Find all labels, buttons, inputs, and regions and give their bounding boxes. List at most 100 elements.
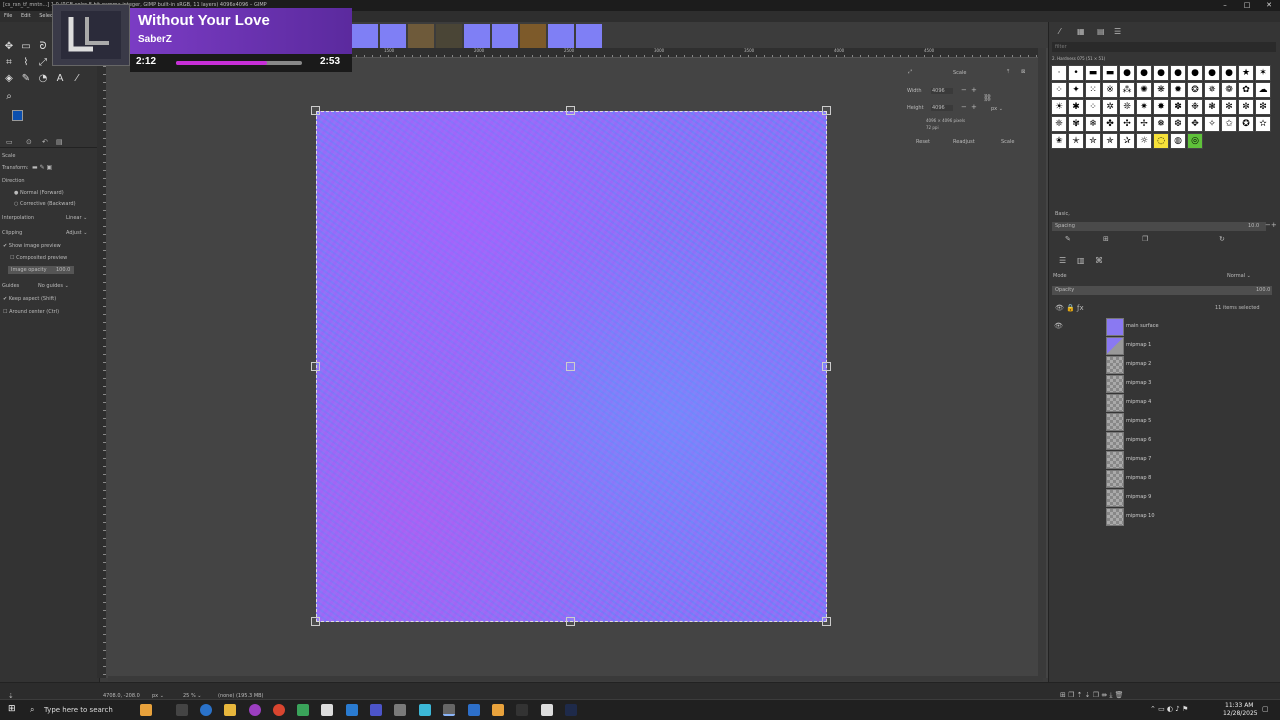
transform-mode-icons[interactable]: ▬ ✎ ▣ bbox=[32, 164, 52, 171]
layer-row[interactable]: mipmap 7 bbox=[1050, 451, 1278, 469]
notifications-icon[interactable]: ▢ bbox=[1262, 705, 1269, 713]
color-picker-tool-icon[interactable]: ⁄ bbox=[70, 72, 84, 86]
menu-file[interactable]: File bbox=[4, 13, 12, 19]
brush-preset-icon[interactable]: ◎ bbox=[1187, 133, 1203, 149]
brush-preset-icon[interactable]: ❄ bbox=[1085, 116, 1101, 132]
unit-select[interactable]: px ⌄ bbox=[991, 106, 1003, 112]
brush-preset-icon[interactable]: ● bbox=[1204, 65, 1220, 81]
brush-preset-icon[interactable]: · bbox=[1051, 65, 1067, 81]
brush-preset-icon[interactable]: ☼ bbox=[1136, 133, 1152, 149]
taskbar-search-input[interactable]: Type here to search bbox=[44, 706, 113, 714]
brush-preset-icon[interactable]: ● bbox=[1170, 65, 1186, 81]
chain-link-icon[interactable]: ⛓ bbox=[983, 94, 992, 102]
brush-preset-icon[interactable]: ❂ bbox=[1187, 82, 1203, 98]
brush-preset-icon[interactable]: ☁ bbox=[1255, 82, 1271, 98]
layer-row[interactable]: mipmap 4 bbox=[1050, 394, 1278, 412]
spacing-slider[interactable]: Spacing 10.0 bbox=[1052, 222, 1266, 231]
keep-aspect-checkbox[interactable]: ✔ Keep aspect (Shift) bbox=[3, 296, 56, 302]
transform-handle-right[interactable] bbox=[822, 362, 831, 371]
brush-preset-icon[interactable]: ✼ bbox=[1238, 99, 1254, 115]
reset-button[interactable]: Reset bbox=[916, 139, 930, 145]
brush-preset-icon[interactable]: ✷ bbox=[1136, 99, 1152, 115]
brush-preset-icon[interactable]: ❅ bbox=[1153, 116, 1169, 132]
brush-preset-icon[interactable]: ✤ bbox=[1102, 116, 1118, 132]
horizontal-scrollbar[interactable] bbox=[108, 676, 1043, 681]
brush-preset-icon[interactable]: ✯ bbox=[1102, 133, 1118, 149]
brush-preset-icon[interactable]: ✫ bbox=[1255, 116, 1271, 132]
layers-tab-icon[interactable]: ☰ bbox=[1059, 256, 1066, 265]
brush-preset-icon[interactable]: ✿ bbox=[1238, 82, 1254, 98]
image-tab-thumbnail[interactable] bbox=[380, 24, 406, 48]
layer-row[interactable]: mipmap 1 bbox=[1050, 337, 1278, 355]
brush-preset-icon[interactable]: ✻ bbox=[1221, 99, 1237, 115]
brush-preset-icon[interactable]: ❋ bbox=[1153, 82, 1169, 98]
weather-icon[interactable] bbox=[140, 704, 152, 716]
new-brush-icon[interactable]: ⊞ bbox=[1103, 235, 1109, 243]
move-tool-icon[interactable]: ✥ bbox=[2, 40, 16, 54]
tool-options-tab-icon[interactable]: ▭ bbox=[6, 138, 13, 146]
transform-handle-top-right[interactable] bbox=[822, 106, 831, 115]
image-tab-thumbnail[interactable] bbox=[464, 24, 490, 48]
transform-handle-center[interactable] bbox=[566, 362, 575, 371]
brush-preset-icon[interactable]: ✱ bbox=[1068, 99, 1084, 115]
smudge-tool-icon[interactable]: ◔ bbox=[36, 72, 50, 86]
brush-preset-icon[interactable]: ⁘ bbox=[1085, 99, 1101, 115]
layer-row[interactable]: mipmap 9 bbox=[1050, 489, 1278, 507]
reset-dialog-icon[interactable]: ⤒ bbox=[1007, 69, 1009, 75]
app-icon[interactable] bbox=[565, 704, 577, 716]
channels-tab-icon[interactable]: ▥ bbox=[1077, 256, 1085, 265]
paths-tab-icon[interactable]: ⌘ bbox=[1095, 256, 1103, 265]
transform-handle-bottom-left[interactable] bbox=[311, 617, 320, 626]
brush-preset-icon[interactable]: ✹ bbox=[1170, 82, 1186, 98]
brush-preset-icon[interactable]: ✩ bbox=[1221, 116, 1237, 132]
brush-preset-icon[interactable]: ☀ bbox=[1051, 99, 1067, 115]
edit-brush-icon[interactable]: ✎ bbox=[1065, 235, 1071, 243]
brush-preset-icon[interactable]: ⁘ bbox=[1051, 82, 1067, 98]
rect-select-tool-icon[interactable]: ▭ bbox=[19, 40, 33, 54]
document-history-tab-icon[interactable]: ☰ bbox=[1114, 27, 1121, 36]
layer-row[interactable]: mipmap 2 bbox=[1050, 356, 1278, 374]
unity-icon[interactable] bbox=[516, 704, 528, 716]
brush-preset-icon[interactable]: ✢ bbox=[1136, 116, 1152, 132]
brush-preset-icon[interactable]: ✲ bbox=[1102, 99, 1118, 115]
image-tab-thumbnail[interactable] bbox=[520, 24, 546, 48]
blender-icon[interactable] bbox=[492, 704, 504, 716]
layer-row[interactable]: mipmap 10 bbox=[1050, 508, 1278, 526]
brush-preset-icon[interactable]: ⁙ bbox=[1085, 82, 1101, 98]
readjust-button[interactable]: Readjust bbox=[953, 139, 975, 145]
spotify-icon[interactable] bbox=[297, 704, 309, 716]
bucket-fill-tool-icon[interactable]: ◈ bbox=[2, 72, 16, 86]
around-center-checkbox[interactable]: ☐ Around center (Ctrl) bbox=[3, 309, 59, 315]
undo-history-tab-icon[interactable]: ↶ bbox=[42, 138, 48, 146]
interpolation-select[interactable]: Linear ⌄ bbox=[66, 215, 87, 221]
vertical-scrollbar[interactable] bbox=[1038, 48, 1046, 678]
brush-preset-icon[interactable]: ✶ bbox=[1255, 65, 1271, 81]
opacity-slider[interactable]: Opacity 100.0 bbox=[1052, 286, 1272, 295]
brush-preset-icon[interactable]: ▬ bbox=[1102, 65, 1118, 81]
duplicate-brush-icon[interactable]: ❐ bbox=[1142, 235, 1148, 243]
transform-handle-left[interactable] bbox=[311, 362, 320, 371]
brush-preset-icon[interactable]: ▬ bbox=[1085, 65, 1101, 81]
brush-preset-icon[interactable]: ✧ bbox=[1204, 116, 1220, 132]
image-tab-thumbnail[interactable] bbox=[548, 24, 574, 48]
height-input[interactable]: 4096 bbox=[931, 105, 953, 111]
width-increment-button[interactable]: + bbox=[971, 86, 977, 94]
brush-preset-icon[interactable]: ✾ bbox=[1068, 116, 1084, 132]
gimp-icon[interactable] bbox=[443, 704, 455, 716]
guides-select[interactable]: No guides ⌄ bbox=[38, 283, 69, 289]
edge-icon[interactable] bbox=[200, 704, 212, 716]
brush-preset-icon[interactable]: ⁂ bbox=[1119, 82, 1135, 98]
file-explorer-icon[interactable] bbox=[224, 704, 236, 716]
brush-preset-icon[interactable]: ✰ bbox=[1119, 133, 1135, 149]
transform-handle-top[interactable] bbox=[566, 106, 575, 115]
brush-preset-icon[interactable]: ✮ bbox=[1085, 133, 1101, 149]
brush-preset-icon[interactable]: ❁ bbox=[1221, 82, 1237, 98]
brush-preset-icon[interactable]: ◌ bbox=[1153, 133, 1169, 149]
app-icon[interactable] bbox=[468, 704, 480, 716]
transform-handle-bottom[interactable] bbox=[566, 617, 575, 626]
brush-preset-icon[interactable]: ❈ bbox=[1051, 116, 1067, 132]
layer-row[interactable]: mipmap 6 bbox=[1050, 432, 1278, 450]
zoom-tool-icon[interactable]: ⌕ bbox=[2, 90, 16, 104]
task-view-icon[interactable] bbox=[176, 704, 188, 716]
tool-app-icon[interactable] bbox=[394, 704, 406, 716]
